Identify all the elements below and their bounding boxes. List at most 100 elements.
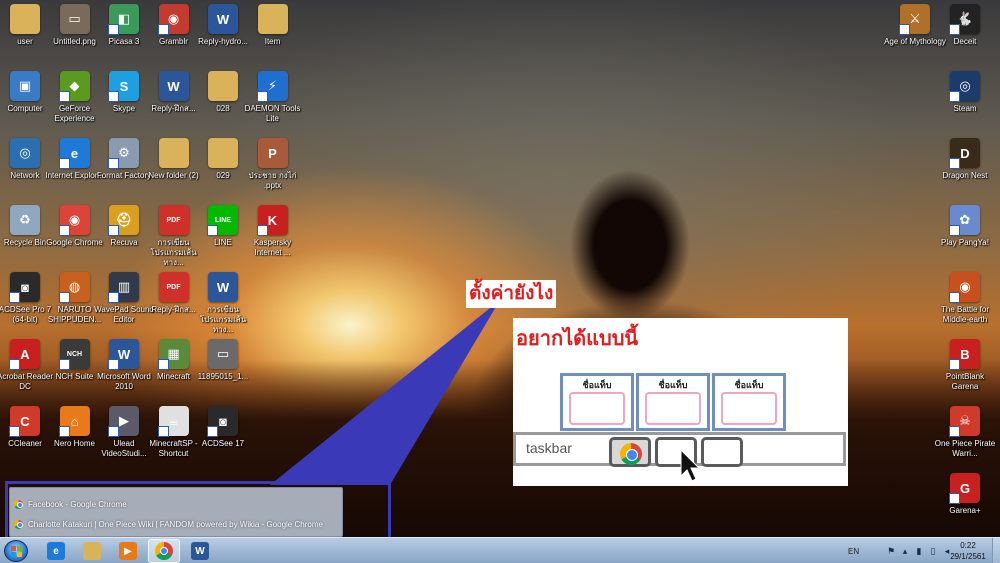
desktop-shortcut-label: Dragon Nest [942, 171, 988, 180]
picasa-icon: ◧ [108, 4, 139, 35]
word-document-icon: W [208, 4, 238, 34]
clock-time: 0:22 [960, 541, 976, 550]
taskbar-chrome-button[interactable] [148, 539, 180, 563]
taskbar-explorer-icon [83, 542, 101, 560]
desktop-shortcut[interactable]: 🐇 Deceit [934, 4, 996, 70]
desktop-shortcut-label: Steam [953, 104, 977, 113]
word-document-icon: W [158, 71, 189, 101]
tray-icons: ⚑ ▴ ▮ ▯ ◂ [884, 538, 954, 563]
mouse-cursor-icon [680, 448, 701, 482]
taskbar-ie-button[interactable]: e [40, 539, 72, 563]
gramblr-camera-icon: ◉ [157, 4, 189, 35]
desktop-shortcut[interactable]: ◎ Steam [934, 71, 996, 137]
desktop-shortcut-label: Garena+ [949, 506, 981, 515]
desktop-shortcut-label: Picasa 3 [108, 37, 140, 46]
mockup-title: อยากได้แบบนี้ [516, 328, 639, 350]
new-folder-icon [158, 138, 189, 168]
desktop-shortcut-label: DAEMON Tools Lite [244, 104, 301, 123]
recuva-icon: ⛑ [108, 205, 139, 236]
desktop-shortcut-label: One Piece Pirate Warri... [934, 439, 996, 458]
desktop-shortcut[interactable]: B PointBlank Garena [934, 339, 996, 405]
desktop-shortcut[interactable]: ▭ 11895015_1... [192, 339, 254, 405]
desktop-shortcut[interactable]: ◙ ACDSee 17 [192, 406, 254, 472]
nch-suite-icon: NCH [58, 339, 90, 370]
microsoft-word-icon: W [108, 339, 139, 370]
mockup-tab-card: ชื่อแท็บ [712, 373, 786, 431]
line-app-icon: LINE [207, 205, 238, 236]
java-file-icon: ☕ [157, 406, 189, 437]
one-piece-icon: ☠ [949, 406, 980, 437]
internet-explorer-icon: e [58, 138, 90, 169]
power-icon[interactable]: ▯ [928, 546, 938, 556]
acdsee-17-icon: ◙ [207, 406, 238, 437]
desktop-shortcut-label: user [17, 37, 33, 46]
battle-middle-earth-icon: ◉ [949, 272, 980, 303]
desktop-shortcut-label: Play PangYa! [941, 238, 989, 247]
desktop-shortcut[interactable]: K Kaspersky Internet ... [242, 205, 304, 271]
deceit-icon: 🐇 [949, 4, 980, 35]
mockup-tab-name: ชื่อแท็บ [658, 380, 688, 390]
folder-029-icon [208, 138, 238, 168]
age-of-mythology-icon: ⚔ [899, 4, 930, 35]
mockup-tab-name: ชื่อแท็บ [734, 380, 764, 390]
desktop-shortcut-label: Item [264, 37, 281, 46]
item-folder-icon [257, 4, 288, 34]
desktop-shortcut-label: Recycle Bin [3, 238, 47, 247]
show-hidden-icons-icon[interactable]: ▴ [900, 546, 910, 556]
desktop-shortcut-label: PointBlank Garena [945, 372, 985, 391]
steam-icon: ◎ [949, 71, 980, 102]
annotation-mockup-panel: อยากได้แบบนี้ ชื่อแท็บ ชื่อแท็บ ชื่อแท็บ… [513, 318, 848, 486]
desktop-shortcut-label: 028 [216, 104, 230, 113]
desktop-shortcut[interactable]: Item [242, 4, 304, 70]
recycle-bin-icon: ♻ [10, 205, 40, 235]
taskbar-clock[interactable]: 0:22 29/1/2561 [950, 540, 986, 562]
desktop-shortcut[interactable]: ☠ One Piece Pirate Warri... [934, 406, 996, 472]
format-factory-icon: ⚙ [108, 138, 139, 169]
desktop-shortcut-label: Deceit [953, 37, 977, 46]
flag-icon[interactable]: ⚑ [886, 546, 896, 556]
desktop-shortcut-label: CCleaner [8, 439, 42, 448]
desktop-shortcut[interactable]: G Garena+ [934, 473, 996, 539]
mockup-tab-preview [645, 392, 701, 425]
language-indicator[interactable]: EN [848, 547, 859, 556]
png-image-icon: ▭ [59, 4, 90, 34]
start-button[interactable] [4, 540, 28, 562]
desktop-shortcut-label: Minecraft [157, 372, 190, 381]
folder-028-icon [208, 71, 238, 101]
mockup-empty-slot [701, 437, 743, 467]
desktop-shortcut[interactable]: P ประชาย กงไก่ .pptx [242, 138, 304, 204]
chrome-center-dot [160, 547, 168, 555]
taskbar-media-player-button[interactable]: ▶ [112, 539, 144, 563]
image-file-icon: ▭ [208, 339, 238, 369]
taskbar-ie-icon: e [47, 542, 65, 560]
desktop-shortcut-label: Computer [7, 104, 43, 113]
garena-plus-icon: G [949, 473, 980, 504]
desktop-shortcut-label: ACDSee 17 [201, 439, 245, 448]
desktop-shortcut[interactable]: W การเขียนโปรแกรมเส้นทาง... [192, 272, 254, 338]
mockup-tab-preview [721, 392, 777, 425]
powerpoint-file-icon: P [257, 138, 288, 168]
wavepad-icon: ▥ [108, 272, 139, 303]
taskbar-explorer-button[interactable] [76, 539, 108, 563]
show-desktop-button[interactable] [992, 538, 1000, 563]
computer-icon: ▣ [10, 71, 40, 101]
desktop-shortcut-label: Network [10, 171, 40, 180]
word-document-icon: W [208, 272, 238, 302]
desktop-shortcut[interactable]: ⚡ DAEMON Tools Lite [242, 71, 304, 137]
network-status-icon[interactable]: ▮ [914, 546, 924, 556]
minecraft-icon: ▦ [157, 339, 189, 370]
desktop-shortcut[interactable]: ✿ Play PangYa! [934, 205, 996, 271]
desktop-shortcut[interactable]: ◉ The Battle for Middle-earth [934, 272, 996, 338]
kaspersky-icon: K [256, 205, 288, 236]
taskbar-word-icon: W [191, 542, 209, 560]
desktop-shortcut-label: Untitled.png [53, 37, 96, 46]
user-folder-icon [10, 4, 40, 34]
pdf-file-icon: PDF [158, 272, 189, 302]
mockup-taskbar-label: taskbar [526, 440, 572, 456]
taskbar-word-button[interactable]: W [184, 539, 216, 563]
pdf-file-icon: PDF [158, 205, 189, 235]
mockup-tab-preview [569, 392, 625, 425]
desktop-shortcut[interactable]: D Dragon Nest [934, 138, 996, 204]
desktop-shortcut-label: Kaspersky Internet ... [253, 238, 292, 257]
naruto-game-icon: ◍ [58, 272, 90, 303]
